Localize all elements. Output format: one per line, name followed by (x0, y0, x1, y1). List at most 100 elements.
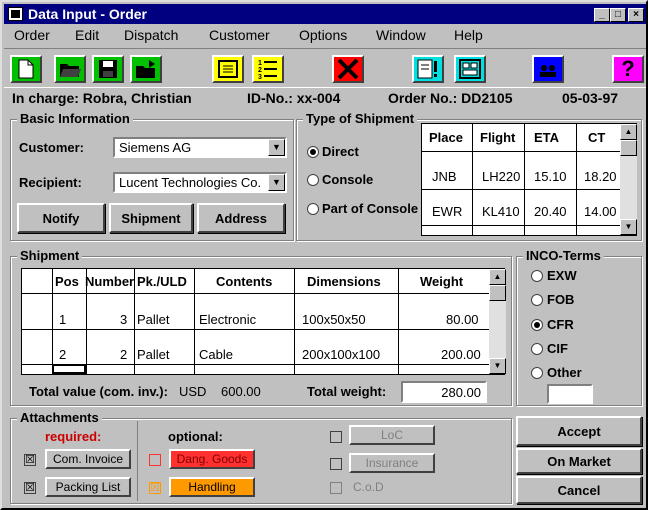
dang-goods-checkbox[interactable] (149, 454, 161, 466)
menu-options[interactable]: Options (299, 27, 347, 43)
order-no-label: Order No.: DD2105 (388, 90, 513, 106)
com-invoice-button[interactable]: Com. Invoice (45, 449, 131, 469)
recipient-select[interactable]: Lucent Technologies Co. ▼ (113, 172, 287, 193)
cif-label: CIF (547, 341, 568, 356)
menu-window[interactable]: Window (376, 27, 426, 43)
scroll-down-icon[interactable]: ▼ (489, 358, 506, 374)
cfr-label: CFR (547, 317, 574, 332)
shipment-row-2-pos: 2 (59, 347, 67, 362)
shipment-row-1-pk: Pallet (137, 312, 170, 327)
part-of-console-radio[interactable] (307, 203, 319, 215)
new-document-button[interactable] (10, 55, 42, 83)
menu-help[interactable]: Help (454, 27, 483, 43)
flight-table[interactable]: Place Flight ETA CT JNB LH220 15.10 18.2… (421, 123, 637, 236)
insurance-checkbox[interactable] (330, 458, 342, 470)
list-button[interactable]: 123 (252, 55, 284, 83)
delete-button[interactable] (332, 55, 364, 83)
shipment-table[interactable]: Pos Number Pk./ULD Contents Dimensions W… (21, 268, 506, 375)
flight-row-1-eta: 15.10 (534, 169, 567, 184)
other-radio[interactable] (531, 367, 543, 379)
shipment-row-2-pk: Pallet (137, 347, 170, 362)
basic-information-title: Basic Information (17, 111, 133, 126)
cancel-button[interactable]: Cancel (516, 476, 642, 504)
cod-label: C.o.D (353, 480, 384, 494)
other-inco-input[interactable] (547, 384, 593, 404)
total-weight-field[interactable]: 280.00 (401, 381, 487, 403)
attachments-title: Attachments (17, 410, 102, 425)
toolbar: 123 ? (4, 48, 646, 88)
packing-list-button[interactable]: Packing List (45, 477, 131, 497)
scroll-up-icon[interactable]: ▲ (620, 124, 637, 140)
notify-button[interactable]: Notify (17, 203, 105, 233)
scroll-up-icon[interactable]: ▲ (489, 269, 506, 285)
on-market-button[interactable]: On Market (516, 448, 642, 474)
shipment-row-2-dimensions: 200x100x100 (302, 347, 381, 362)
menu-order[interactable]: Order (14, 27, 50, 43)
cif-radio[interactable] (531, 343, 543, 355)
total-weight-label: Total weight: (307, 384, 387, 399)
loc-checkbox[interactable] (330, 431, 342, 443)
cod-checkbox[interactable] (330, 482, 342, 494)
dang-goods-button[interactable]: Dang. Goods (169, 449, 255, 469)
handling-button[interactable]: Handling (169, 477, 255, 497)
console-label: Console (322, 172, 374, 187)
help-question-icon: ? (621, 56, 635, 81)
alert-document-button[interactable] (412, 55, 444, 83)
exw-radio[interactable] (531, 270, 543, 282)
direct-radio[interactable] (307, 146, 319, 158)
flight-table-scrollbar[interactable]: ▲ ▼ (620, 124, 637, 235)
scroll-thumb[interactable] (620, 140, 637, 156)
flight-row-2-flight: KL410 (482, 204, 520, 219)
cfr-radio[interactable] (531, 319, 543, 331)
exw-label: EXW (547, 268, 577, 283)
users-button[interactable] (532, 55, 564, 83)
app-icon[interactable] (8, 7, 23, 21)
maximize-button[interactable]: □ (610, 8, 626, 22)
chevron-down-icon[interactable]: ▼ (268, 139, 285, 156)
shipment-row-1-dimensions: 100x50x50 (302, 312, 366, 327)
shipment-table-scrollbar[interactable]: ▲ ▼ (489, 269, 506, 374)
loc-button[interactable]: LoC (349, 425, 435, 445)
customer-select[interactable]: Siemens AG ▼ (113, 137, 287, 158)
insurance-button[interactable]: Insurance (349, 453, 435, 473)
menu-customer[interactable]: Customer (209, 27, 270, 43)
menu-edit[interactable]: Edit (75, 27, 99, 43)
scroll-thumb[interactable] (489, 285, 506, 301)
help-button[interactable]: ? (612, 55, 644, 83)
title-bar[interactable]: Data Input - Order _ □ × (4, 4, 646, 24)
scroll-down-icon[interactable]: ▼ (620, 219, 637, 235)
fob-radio[interactable] (531, 294, 543, 306)
packing-list-checkbox[interactable]: ☒ (24, 482, 36, 494)
col-number: Number (85, 274, 135, 289)
flight-row-2-ct: 14.00 (584, 204, 617, 219)
form-button[interactable] (454, 55, 486, 83)
address-button[interactable]: Address (197, 203, 285, 233)
shipment-button[interactable]: Shipment (109, 203, 193, 233)
shipment-group: Shipment Pos Number Pk./ULD Contents Dim… (10, 248, 512, 406)
shipment-row-1-pos: 1 (59, 312, 67, 327)
inco-terms-group: INCO-Terms EXW FOB CFR CIF Other (516, 248, 642, 406)
currency-label: USD (179, 384, 207, 399)
recipient-value: Lucent Technologies Co. (119, 175, 262, 190)
com-invoice-checkbox[interactable]: ☒ (24, 454, 36, 466)
shipment-row-2-number: 2 (120, 347, 128, 362)
type-of-shipment-group: Type of Shipment Direct Console Part of … (296, 111, 642, 241)
close-button[interactable]: × (628, 8, 644, 22)
export-button[interactable] (130, 55, 162, 83)
chevron-down-icon[interactable]: ▼ (268, 174, 285, 191)
console-radio[interactable] (307, 174, 319, 186)
accept-button[interactable]: Accept (516, 416, 642, 446)
flight-row-1-flight: LH220 (482, 169, 521, 184)
total-value: 600.00 (221, 384, 261, 399)
minimize-button[interactable]: _ (594, 8, 610, 22)
handling-checkbox[interactable]: ☒ (149, 482, 161, 494)
save-button[interactable] (92, 55, 124, 83)
menu-dispatch[interactable]: Dispatch (124, 27, 178, 43)
open-button[interactable] (54, 55, 86, 83)
shipment-row-2-weight: 200.00 (441, 347, 481, 362)
notes-button[interactable] (212, 55, 244, 83)
col-pos: Pos (55, 274, 79, 289)
col-flight: Flight (480, 130, 516, 145)
col-contents: Contents (216, 274, 273, 289)
shipment-title: Shipment (17, 248, 83, 263)
